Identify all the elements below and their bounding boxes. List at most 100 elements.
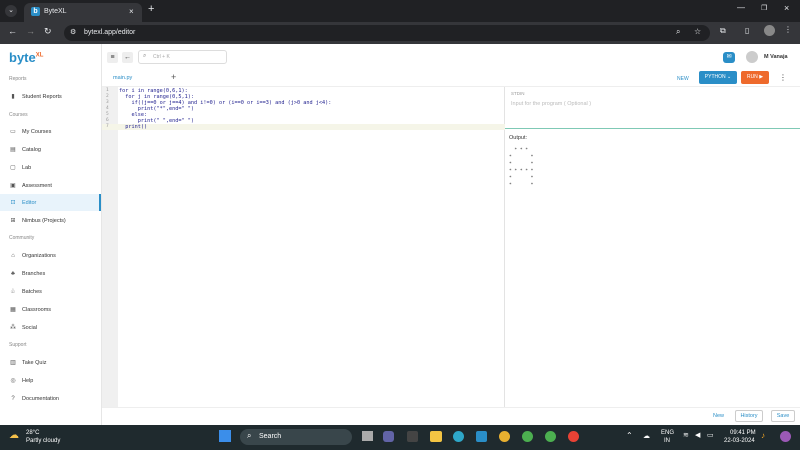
clock-date[interactable]: 22-03-2024: [724, 438, 755, 444]
lab-icon: ▢: [10, 165, 16, 171]
task-view-icon[interactable]: [362, 431, 373, 441]
extensions-icon[interactable]: ⧉: [720, 26, 726, 36]
chrome-icon[interactable]: [568, 431, 579, 442]
run-label: RUN: [746, 74, 758, 80]
sidebar-item-my-courses[interactable]: ▭ My Courses: [0, 123, 101, 140]
logo[interactable]: byteXL: [9, 50, 43, 65]
chrome-icon[interactable]: [522, 431, 533, 442]
new-button[interactable]: New: [713, 413, 724, 419]
clock-time[interactable]: 09:41 PM: [730, 430, 756, 436]
sidebar-item-branches[interactable]: ♣ Branches: [0, 265, 101, 282]
sidebar-item-catalog[interactable]: ▤ Catalog: [0, 141, 101, 158]
app-icon[interactable]: [407, 431, 418, 442]
sidebar-item-editor[interactable]: ⊡ Editor: [0, 194, 101, 211]
chrome-icon[interactable]: [499, 431, 510, 442]
new-link[interactable]: NEW: [677, 76, 689, 82]
wifi-icon[interactable]: ≋: [683, 431, 689, 439]
windows-start-icon[interactable]: [219, 430, 231, 442]
sidebar-item-documentation[interactable]: ? Documentation: [0, 390, 101, 407]
store-icon[interactable]: [476, 431, 487, 442]
sidebar-item-take-quiz[interactable]: ▥ Take Quiz: [0, 354, 101, 371]
browser-tab[interactable]: b ByteXL ×: [24, 3, 142, 22]
social-icon: ⁂: [10, 325, 16, 331]
code-editor[interactable]: [102, 87, 505, 407]
site-info-icon[interactable]: ⚙: [70, 28, 76, 36]
line-number: 7: [106, 124, 109, 129]
user-name[interactable]: M Vanaja: [764, 54, 788, 60]
stdin-input[interactable]: Input for the program ( Optional ): [511, 101, 591, 107]
search-box[interactable]: ⌕ Ctrl + K: [138, 50, 227, 64]
save-button[interactable]: Save: [771, 410, 795, 422]
sidebar-item-help[interactable]: ◎ Help: [0, 372, 101, 389]
current-line-highlight: [102, 124, 505, 130]
stdin-panel: STDIN Input for the program ( Optional ): [505, 87, 800, 129]
reload-icon[interactable]: ↻: [44, 26, 52, 37]
weather-icon[interactable]: ☁: [9, 430, 19, 441]
tab-search-icon[interactable]: ⌄: [5, 5, 17, 17]
bank-icon: ⌂: [11, 252, 15, 259]
new-tab-button[interactable]: +: [148, 3, 154, 15]
sidebar: byteXL Reports ▮ Student Reports Courses …: [0, 44, 102, 425]
output-line: * *: [509, 176, 534, 181]
teams-icon[interactable]: [383, 431, 394, 442]
menu-icon[interactable]: ⋮: [784, 25, 792, 34]
chrome-icon[interactable]: [545, 431, 556, 442]
file-explorer-icon[interactable]: [430, 431, 442, 442]
file-tab-main[interactable]: main.py: [113, 75, 132, 81]
chat-icon[interactable]: ✉: [723, 52, 735, 63]
language-select[interactable]: PYTHON ⌄: [699, 71, 737, 84]
sidebar-item-label: Assessment: [22, 182, 52, 189]
maximize-button[interactable]: ❐: [761, 4, 767, 12]
forward-icon[interactable]: →: [26, 26, 35, 36]
hamburger-button[interactable]: ≡: [107, 52, 118, 63]
code-line: print(): [119, 124, 148, 130]
sidebar-item-social[interactable]: ⁂ Social: [0, 319, 101, 336]
app-header: ≡ ← ⌕ Ctrl + K ✉ M Vanaja: [102, 44, 800, 71]
add-file-icon[interactable]: +: [171, 72, 176, 82]
favicon-icon: b: [31, 7, 40, 16]
notification-bell-icon[interactable]: ♪: [761, 431, 765, 440]
lang-bottom[interactable]: IN: [664, 438, 670, 444]
sidebar-item-organizations[interactable]: ⌂ Organizations: [0, 247, 101, 264]
catalog-icon: ▤: [10, 147, 16, 153]
run-button[interactable]: RUN ▶: [741, 71, 769, 84]
bookmark-star-icon[interactable]: ☆: [694, 27, 701, 36]
profile-icon[interactable]: [764, 25, 775, 36]
sidebar-item-label: Organizations: [22, 252, 56, 259]
output-line: * *: [509, 155, 534, 160]
output-line: * *: [509, 162, 534, 167]
classroom-icon: ▦: [10, 307, 16, 313]
sidepanel-icon[interactable]: ▯: [745, 26, 749, 35]
more-options-icon[interactable]: ⋮: [779, 73, 787, 82]
taskbar-search[interactable]: ⌕ Search: [240, 429, 352, 445]
volume-icon[interactable]: ◀: [695, 431, 700, 439]
browser-tabbar: ⌄ b ByteXL × + — ❐ ×: [0, 0, 800, 22]
batches-icon: ♧: [10, 289, 16, 295]
copilot-icon[interactable]: [780, 431, 791, 442]
minimize-button[interactable]: —: [737, 3, 745, 12]
zoom-icon[interactable]: ⌕: [676, 27, 680, 37]
history-button[interactable]: History: [735, 410, 763, 422]
tab-close-icon[interactable]: ×: [129, 7, 134, 16]
tray-chevron-icon[interactable]: ⌃: [626, 431, 633, 440]
avatar[interactable]: [746, 51, 758, 63]
close-window-button[interactable]: ×: [784, 3, 789, 13]
tray-app-icon[interactable]: ☁: [643, 432, 650, 440]
windows-taskbar: ☁ 28°C Partly cloudy ⌕ Search ⌃ ☁ ENG IN…: [0, 425, 800, 450]
sidebar-item-label: Branches: [22, 270, 46, 277]
sidebar-item-lab[interactable]: ▢ Lab: [0, 159, 101, 176]
lang-top[interactable]: ENG: [661, 430, 674, 436]
tab-title: ByteXL: [44, 8, 67, 15]
sidebar-item-assessment[interactable]: ▣ Assessment: [0, 177, 101, 194]
back-button[interactable]: ←: [122, 52, 133, 63]
sidebar-item-classrooms[interactable]: ▦ Classrooms: [0, 301, 101, 318]
edge-icon[interactable]: [453, 431, 464, 442]
battery-icon[interactable]: ▭: [707, 431, 714, 439]
sidebar-item-batches[interactable]: ♧ Batches: [0, 283, 101, 300]
sidebar-item-nimbus[interactable]: ⊞ Nimbus (Projects): [0, 212, 101, 229]
back-icon[interactable]: ←: [8, 26, 17, 36]
url-bar[interactable]: ⚙ bytexl.app/editor ⌕ ☆: [64, 25, 710, 41]
url-text: bytexl.app/editor: [84, 29, 136, 36]
sidebar-item-student-reports[interactable]: ▮ Student Reports: [0, 88, 101, 105]
book-icon: ▭: [10, 129, 16, 135]
